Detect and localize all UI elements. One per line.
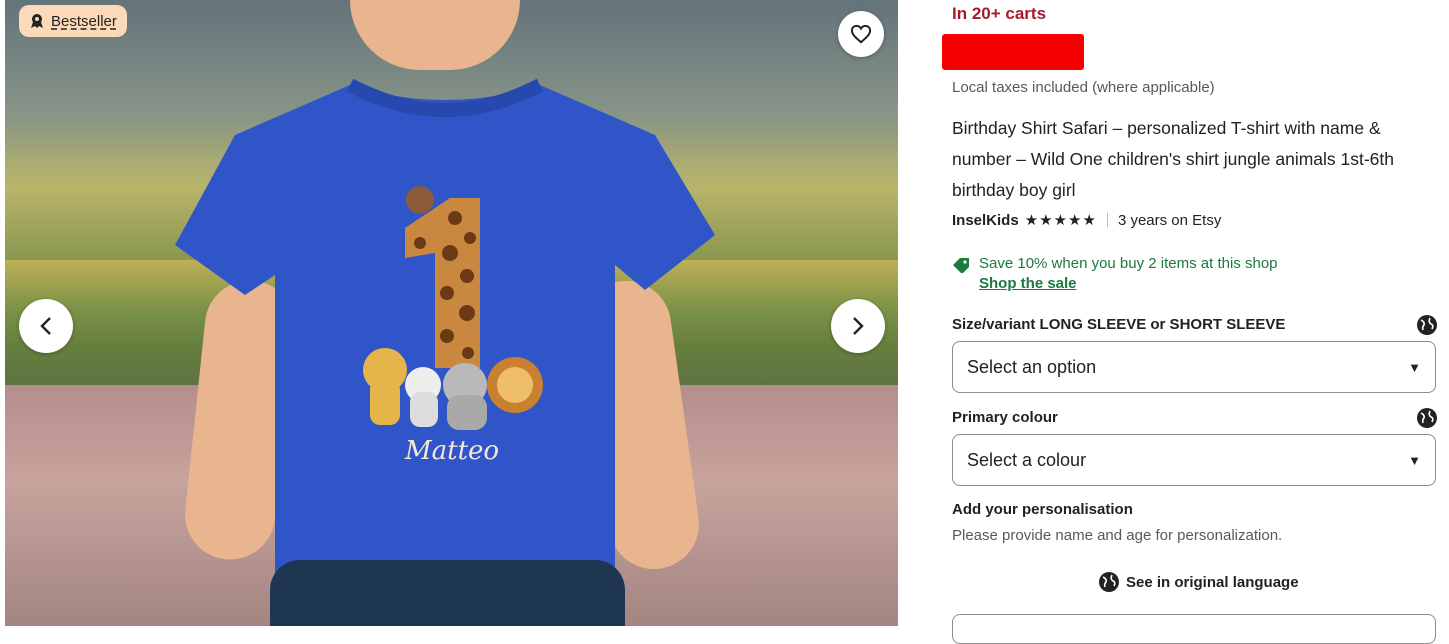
- shirt-name-text: Matteo: [405, 436, 500, 466]
- globe-icon: [1099, 572, 1119, 592]
- chevron-right-icon: [853, 317, 864, 335]
- divider: [1106, 213, 1108, 227]
- see-original-language-label: See in original language: [1126, 573, 1299, 591]
- previous-image-button[interactable]: [19, 299, 73, 353]
- bestseller-badge[interactable]: Bestseller: [19, 5, 127, 37]
- award-ribbon-icon: [31, 14, 43, 28]
- safari-animals-graphic: [363, 186, 543, 430]
- listing-title: Birthday Shirt Safari – personalized T-s…: [952, 118, 1395, 200]
- tax-note: Local taxes included (where applicable): [952, 79, 1215, 96]
- shop-the-sale-link[interactable]: Shop the sale: [979, 275, 1077, 292]
- listing-image[interactable]: Matteo Bestseller: [5, 0, 898, 626]
- sale-text: Save 10% when you buy 2 items at this sh…: [979, 255, 1278, 272]
- see-original-language-button[interactable]: See in original language: [1098, 571, 1299, 593]
- next-image-button[interactable]: [831, 299, 885, 353]
- size-variant-select[interactable]: Select an option ▼: [952, 341, 1436, 393]
- primary-colour-label: Primary colour: [952, 409, 1058, 426]
- size-variant-label: Size/variant LONG SLEEVE or SHORT SLEEVE: [952, 316, 1286, 333]
- primary-colour-select[interactable]: Select a colour ▼: [952, 434, 1436, 486]
- shop-age: 3 years on Etsy: [1117, 211, 1222, 229]
- chevron-left-icon: [40, 317, 51, 335]
- personalisation-textarea[interactable]: [952, 614, 1436, 644]
- globe-icon[interactable]: [1416, 314, 1438, 336]
- primary-colour-value: Select a colour: [967, 449, 1087, 470]
- shop-name-link[interactable]: InselKids: [952, 212, 1019, 229]
- bestseller-label: Bestseller: [51, 12, 117, 30]
- size-variant-value: Select an option: [967, 356, 1097, 377]
- favorite-button[interactable]: [838, 11, 884, 57]
- heart-outline-icon: [850, 24, 872, 44]
- caret-down-icon: ▼: [1408, 359, 1421, 375]
- caret-down-icon: ▼: [1408, 452, 1421, 468]
- personalisation-label: Add your personalisation: [952, 501, 1133, 518]
- globe-icon[interactable]: [1416, 407, 1438, 429]
- price-tag-icon: [953, 258, 969, 273]
- star-rating[interactable]: ★★★★★: [1025, 211, 1097, 229]
- child-jeans: [270, 560, 625, 626]
- in-carts-text: In 20+ carts: [952, 4, 1047, 23]
- personalisation-help: Please provide name and age for personal…: [952, 527, 1283, 544]
- shop-info: InselKids ★★★★★ 3 years on Etsy: [952, 211, 1222, 230]
- price-redacted: [942, 34, 1084, 70]
